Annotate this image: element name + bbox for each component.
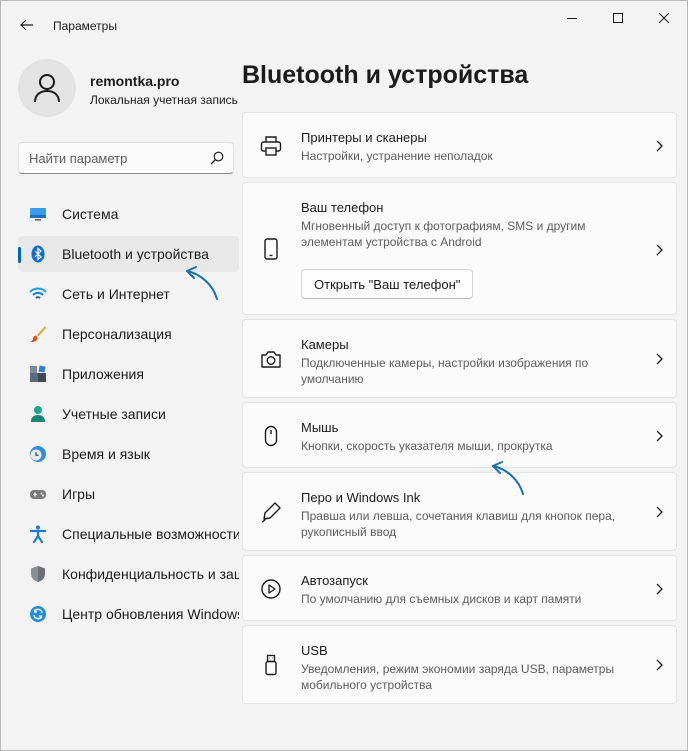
card-mouse[interactable]: Мышь Кнопки, скорость указателя мыши, пр… [242, 402, 677, 468]
sidebar-item-personalization[interactable]: Персонализация [18, 316, 239, 352]
chevron-right-icon [656, 140, 663, 152]
apps-icon [30, 365, 46, 382]
card-title: Перо и Windows Ink [301, 490, 421, 505]
chevron-right-icon [656, 430, 663, 442]
card-title: Автозапуск [301, 573, 368, 588]
card-description: Настройки, устранение неполадок [301, 149, 493, 163]
sidebar-item-network[interactable]: Сеть и Интернет [18, 276, 239, 312]
maximize-button[interactable] [595, 1, 641, 35]
account-type: Локальная учетная запись [90, 93, 238, 107]
printer-icon [260, 136, 282, 156]
user-name: remontka.pro [90, 73, 180, 89]
brush-icon [30, 326, 46, 342]
app-title: Параметры [53, 19, 117, 33]
search-input[interactable] [29, 149, 199, 167]
card-pen[interactable]: Перо и Windows Ink Правша или левша, соч… [242, 472, 677, 551]
sidebar-nav: Система Bluetooth и устройства Сеть и Ин… [18, 196, 239, 636]
card-description: Подключенные камеры, настройки изображен… [301, 356, 589, 386]
card-cameras[interactable]: Камеры Подключенные камеры, настройки из… [242, 319, 677, 398]
sidebar-item-label: Bluetooth и устройства [62, 246, 209, 262]
card-title: Камеры [301, 337, 349, 352]
card-title: Ваш телефон [301, 200, 384, 215]
sidebar-item-label: Специальные возможности [62, 526, 239, 542]
clock-globe-icon [30, 446, 46, 462]
sidebar-item-accounts[interactable]: Учетные записи [18, 396, 239, 432]
back-button[interactable] [13, 11, 41, 39]
autoplay-icon [261, 579, 281, 599]
maximize-icon [613, 13, 623, 23]
close-icon [659, 13, 669, 23]
sidebar-item-label: Приложения [62, 366, 144, 382]
search-box[interactable] [18, 142, 234, 174]
sidebar-item-label: Конфиденциальность и защита [62, 566, 239, 582]
person-icon [31, 406, 45, 422]
pen-icon [261, 502, 281, 523]
close-button[interactable] [641, 1, 687, 35]
chevron-right-icon [656, 583, 663, 595]
sidebar-item-label: Сеть и Интернет [62, 286, 170, 302]
card-title: Принтеры и сканеры [301, 130, 427, 145]
bluetooth-icon [31, 245, 45, 263]
sidebar-item-gaming[interactable]: Игры [18, 476, 239, 512]
back-arrow-icon [20, 19, 33, 31]
sidebar-item-label: Время и язык [62, 446, 150, 462]
card-title: Мышь [301, 420, 339, 435]
mouse-icon [264, 425, 278, 447]
card-usb[interactable]: USB Уведомления, режим экономии заряда U… [242, 625, 677, 704]
sidebar-item-label: Центр обновления Windows [62, 606, 239, 622]
minimize-icon [567, 18, 577, 19]
card-autoplay[interactable]: Автозапуск По умолчанию для съемных диск… [242, 555, 677, 621]
sidebar-item-label: Игры [62, 486, 96, 502]
minimize-button[interactable] [549, 1, 595, 35]
phone-icon [264, 238, 278, 260]
monitor-icon [30, 208, 46, 221]
chevron-right-icon [656, 244, 663, 256]
card-title: USB [301, 643, 328, 658]
title-bar: Параметры [1, 1, 687, 49]
card-description: По умолчанию для съемных дисков и карт п… [301, 592, 582, 606]
sidebar-item-time-language[interactable]: Время и язык [18, 436, 239, 472]
page-title: Bluetooth и устройства [242, 61, 529, 89]
chevron-right-icon [656, 506, 663, 518]
shield-icon [31, 566, 45, 582]
sidebar-item-bluetooth[interactable]: Bluetooth и устройства [18, 236, 239, 272]
update-icon [30, 606, 46, 622]
settings-window: Параметры remontka.pro Локальная учетная… [0, 0, 688, 751]
card-description: Мгновенный доступ к фотографиям, SMS и д… [301, 219, 586, 249]
card-description: Правша или левша, сочетания клавиш для к… [301, 509, 616, 539]
sidebar-item-label: Учетные записи [62, 406, 166, 422]
usb-icon [265, 654, 277, 676]
open-your-phone-button[interactable]: Открыть "Ваш телефон" [301, 269, 474, 299]
gamepad-icon [30, 490, 46, 499]
user-silhouette-icon [34, 74, 60, 103]
chevron-right-icon [656, 659, 663, 671]
card-your-phone[interactable]: Ваш телефон Мгновенный доступ к фотограф… [242, 182, 677, 315]
sidebar-item-privacy[interactable]: Конфиденциальность и защита [18, 556, 239, 592]
sidebar-item-label: Персонализация [62, 326, 172, 342]
sidebar-item-label: Система [62, 206, 119, 222]
card-description: Кнопки, скорость указателя мыши, прокрут… [301, 439, 553, 453]
accessibility-icon [29, 525, 47, 543]
sidebar-item-apps[interactable]: Приложения [18, 356, 239, 392]
wifi-icon [29, 287, 47, 299]
avatar[interactable] [18, 59, 76, 117]
card-description: Уведомления, режим экономии заряда USB, … [301, 662, 615, 692]
sidebar-item-accessibility[interactable]: Специальные возможности [18, 516, 239, 552]
sidebar-item-system[interactable]: Система [18, 196, 239, 232]
camera-icon [261, 351, 281, 368]
settings-list: Принтеры и сканеры Настройки, устранение… [242, 112, 677, 708]
search-icon[interactable] [210, 151, 224, 165]
sidebar-item-windows-update[interactable]: Центр обновления Windows [18, 596, 239, 632]
card-printers[interactable]: Принтеры и сканеры Настройки, устранение… [242, 112, 677, 178]
chevron-right-icon [656, 353, 663, 365]
